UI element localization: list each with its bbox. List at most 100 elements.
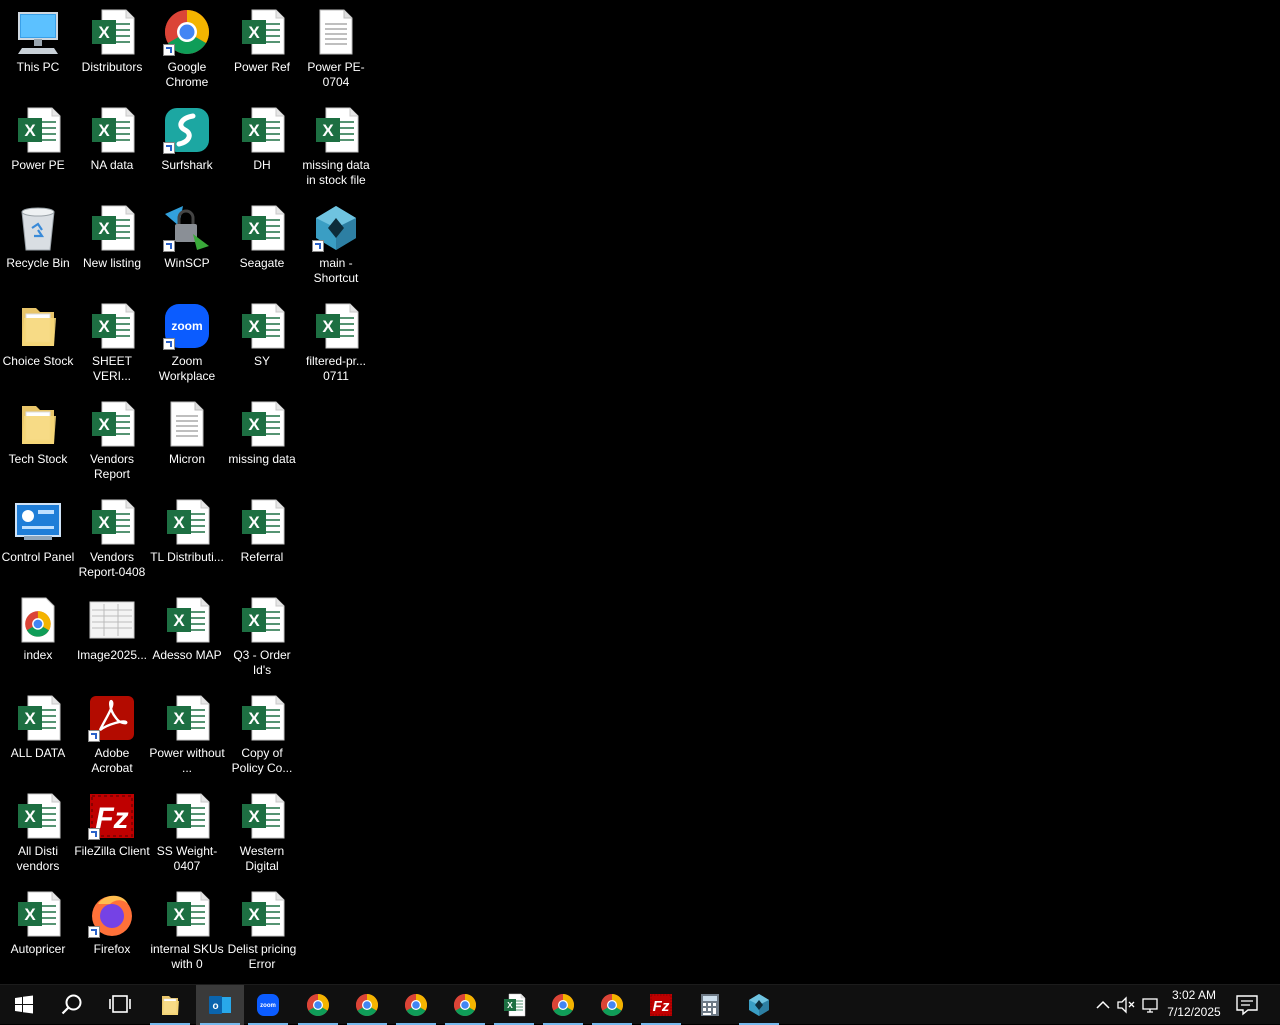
desktop-icon[interactable]: X Copy of Policy Co...: [224, 688, 300, 784]
excel-icon: X: [238, 694, 286, 742]
desktop-icon[interactable]: Choice Stock: [0, 296, 76, 392]
desktop-icon[interactable]: X NA data: [74, 100, 150, 196]
outlook-button[interactable]: o: [196, 985, 244, 1025]
desktop-icon[interactable]: Xinternal SKUs with 0: [149, 884, 225, 980]
calculator-button[interactable]: [686, 985, 734, 1025]
chrome-profile-3-button[interactable]: [392, 985, 440, 1025]
excel-icon: X: [238, 596, 286, 644]
desktop-icon[interactable]: Recycle Bin: [0, 198, 76, 294]
chrome-profile-6-button[interactable]: [588, 985, 636, 1025]
svg-text:X: X: [248, 317, 260, 336]
desktop-icon-label: Copy of Policy Co...: [231, 746, 293, 775]
svg-text:X: X: [173, 807, 185, 826]
desktop-icon[interactable]: X DH: [224, 100, 300, 196]
desktop-icon[interactable]: X SY: [224, 296, 300, 392]
outlook-icon: o: [208, 993, 232, 1017]
zoom-taskbar-button[interactable]: zoom: [244, 985, 292, 1025]
desktop-icon[interactable]: X Distributors: [74, 2, 150, 98]
clock[interactable]: 3:02 AM 7/12/2025: [1162, 987, 1226, 1023]
desktop-icon[interactable]: X All Disti vendors: [0, 786, 76, 882]
app-diamond-icon: [747, 993, 771, 1017]
chrome-profile-2-button[interactable]: [343, 985, 391, 1025]
excel-icon: X: [238, 8, 286, 56]
svg-text:X: X: [248, 513, 260, 532]
desktop-icon-label: Google Chrome: [165, 60, 209, 89]
desktop-icon[interactable]: Fz FileZilla Client: [74, 786, 150, 882]
file-explorer-button[interactable]: [146, 985, 194, 1025]
desktop-icon-label: Autopricer: [10, 942, 66, 956]
search-button[interactable]: [48, 985, 96, 1025]
desktop-icon[interactable]: X Delist pricing Error: [224, 884, 300, 980]
desktop-icon[interactable]: X Power without ...: [149, 688, 225, 784]
notification-center-icon[interactable]: [1234, 993, 1260, 1017]
desktop-icon[interactable]: main - Shortcut: [298, 198, 374, 294]
desktop-icon[interactable]: X Power Ref: [224, 2, 300, 98]
desktop-icon[interactable]: X Referral: [224, 492, 300, 588]
folder-icon: [14, 400, 62, 448]
desktop-icon[interactable]: X SHEET VERI...: [74, 296, 150, 392]
excel-icon: X: [88, 106, 136, 154]
desktop-icon[interactable]: Firefox: [74, 884, 150, 980]
start-button[interactable]: [0, 985, 48, 1025]
network-icon[interactable]: [1141, 995, 1161, 1015]
app-diamond-taskbar-button[interactable]: [735, 985, 783, 1025]
svg-text:zoom: zoom: [260, 1003, 276, 1009]
excel-icon: X: [163, 498, 211, 546]
desktop-icon[interactable]: Control Panel: [0, 492, 76, 588]
desktop-icon[interactable]: Power PE-0704: [298, 2, 374, 98]
desktop-icon[interactable]: WinSCP: [149, 198, 225, 294]
desktop-icon[interactable]: X Vendors Report-0408: [74, 492, 150, 588]
shortcut-arrow-icon: [312, 240, 324, 252]
desktop-icon[interactable]: X Adesso MAP: [149, 590, 225, 686]
zoom-icon: zoom: [256, 993, 280, 1017]
volume-muted-icon[interactable]: [1116, 995, 1136, 1015]
svg-text:X: X: [173, 905, 185, 924]
desktop-icon[interactable]: X New listing: [74, 198, 150, 294]
desktop-icon[interactable]: This PC: [0, 2, 76, 98]
desktop-icon[interactable]: Xmissing data in stock file: [298, 100, 374, 196]
svg-text:X: X: [322, 317, 334, 336]
desktop-icon-label: Choice Stock: [2, 354, 74, 368]
desktop-icon-label: WinSCP: [164, 256, 210, 270]
chrome-profile-4-button[interactable]: [441, 985, 489, 1025]
filezilla-taskbar-button[interactable]: Fz: [637, 985, 685, 1025]
svg-text:X: X: [98, 317, 110, 336]
task-view-button[interactable]: [96, 985, 144, 1025]
show-hidden-icons-chevron-icon[interactable]: [1093, 995, 1113, 1015]
desktop-icon[interactable]: X Seagate: [224, 198, 300, 294]
chrome-profile-1-button[interactable]: [294, 985, 342, 1025]
desktop-icon[interactable]: Xmissing data: [224, 394, 300, 490]
desktop-icon[interactable]: Surfshark: [149, 100, 225, 196]
image-file-icon: [88, 596, 136, 644]
desktop-icon-label: filtered-pr... 0711: [305, 354, 367, 383]
desktop-icon[interactable]: Micron: [149, 394, 225, 490]
desktop-icon[interactable]: Xfiltered-pr... 0711: [298, 296, 374, 392]
desktop-icon[interactable]: Adobe Acrobat: [74, 688, 150, 784]
desktop-icon[interactable]: X TL Distributi...: [149, 492, 225, 588]
desktop-icon[interactable]: X SS Weight-0407: [149, 786, 225, 882]
desktop-icon[interactable]: X Western Digital: [224, 786, 300, 882]
desktop-icon[interactable]: X ALL DATA: [0, 688, 76, 784]
desktop-icon[interactable]: X Q3 - Order Id's: [224, 590, 300, 686]
desktop-icon[interactable]: Tech Stock: [0, 394, 76, 490]
chrome-profile-5-button[interactable]: [539, 985, 587, 1025]
excel-icon: X: [88, 400, 136, 448]
desktop-icon[interactable]: index: [0, 590, 76, 686]
desktop-icon[interactable]: X Power PE: [0, 100, 76, 196]
desktop-icon[interactable]: X Autopricer: [0, 884, 76, 980]
desktop-icon[interactable]: zoom Zoom Workplace: [149, 296, 225, 392]
chrome-icon: [453, 993, 477, 1017]
shortcut-arrow-icon: [163, 240, 175, 252]
search-icon: [60, 993, 84, 1017]
excel-icon: X: [88, 8, 136, 56]
surfshark-icon: [163, 106, 211, 154]
shortcut-arrow-icon: [163, 142, 175, 154]
desktop-icon[interactable]: Image2025...: [74, 590, 150, 686]
excel-icon: X: [88, 204, 136, 252]
excel-taskbar-button[interactable]: X: [490, 985, 538, 1025]
svg-text:X: X: [24, 905, 36, 924]
desktop-icon[interactable]: X Vendors Report: [74, 394, 150, 490]
chrome-icon: [551, 993, 575, 1017]
desktop-icon[interactable]: Google Chrome: [149, 2, 225, 98]
chrome-icon: [600, 993, 624, 1017]
